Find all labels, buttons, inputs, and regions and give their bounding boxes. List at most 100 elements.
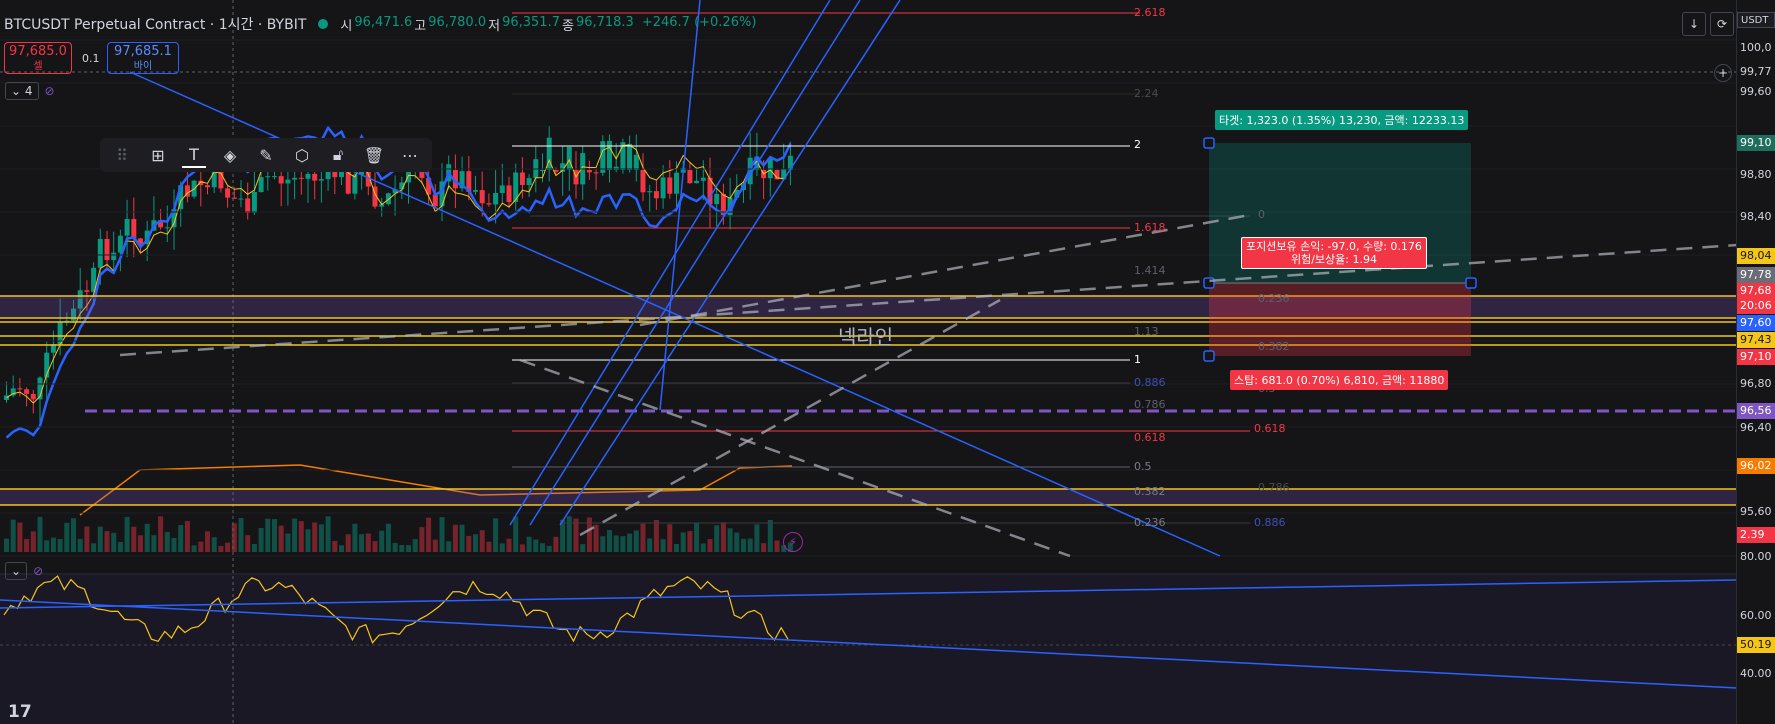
link-icon[interactable]: ⊘ bbox=[33, 564, 43, 578]
fib-level-label: 1.414 bbox=[1134, 264, 1166, 277]
chart-header: BTCUSDT Perpetual Contract · 1시간 · BYBIT… bbox=[4, 14, 756, 34]
volume-bar bbox=[640, 523, 646, 552]
add-alert-icon[interactable]: + bbox=[1714, 64, 1732, 82]
candle-body bbox=[111, 252, 117, 261]
volume-bar bbox=[91, 543, 97, 552]
chevron-down-icon[interactable]: ⌄ bbox=[5, 562, 28, 580]
open-value: 96,471.6 bbox=[354, 14, 413, 30]
settings-icon[interactable]: ⬡ bbox=[290, 143, 314, 167]
volume-bar bbox=[519, 544, 525, 552]
volume-bar bbox=[37, 516, 43, 552]
candle-body bbox=[540, 169, 545, 171]
price-axis-label: 99,10 bbox=[1737, 135, 1775, 151]
layout-icon[interactable]: ⊞ bbox=[146, 143, 170, 167]
candle-body bbox=[258, 177, 264, 192]
price-axis-label: 98,80 bbox=[1740, 168, 1772, 181]
candle-body bbox=[225, 188, 231, 198]
handle bbox=[1465, 277, 1477, 289]
volume-bar bbox=[466, 535, 472, 552]
download-button[interactable]: ↓ bbox=[1682, 12, 1706, 36]
volume-bar bbox=[30, 531, 36, 552]
volume-bar bbox=[486, 541, 492, 552]
price-axis-label: 95,60 bbox=[1740, 505, 1772, 518]
volume-bar bbox=[71, 518, 76, 552]
indicator-count-button[interactable]: ⌄ 4 bbox=[5, 82, 39, 100]
candle-body bbox=[660, 177, 666, 199]
candle-body bbox=[593, 172, 599, 174]
volume-bar bbox=[734, 532, 740, 552]
volume-bar bbox=[50, 537, 56, 552]
fib-level-label: 1.618 bbox=[1134, 221, 1166, 234]
text-icon[interactable]: T bbox=[182, 142, 206, 168]
candle-body bbox=[627, 143, 633, 170]
brush-icon[interactable]: ✎ bbox=[254, 143, 278, 167]
zone-band bbox=[0, 296, 1737, 318]
candle-body bbox=[499, 185, 505, 193]
volume-bar bbox=[553, 536, 559, 552]
fib-level-label: 0.5 bbox=[1134, 460, 1152, 473]
volume-bar bbox=[426, 517, 432, 552]
volume-bar bbox=[312, 522, 318, 552]
volume-bar bbox=[285, 533, 291, 552]
volume-bar bbox=[680, 532, 686, 552]
price-axis-label: 96,56 bbox=[1737, 403, 1775, 419]
sell-button[interactable]: 97,685.0 셀 bbox=[4, 42, 72, 74]
fib-level-label: 0 bbox=[1258, 208, 1265, 221]
volume-bar bbox=[720, 522, 726, 552]
link-icon[interactable]: ⊘ bbox=[45, 84, 55, 98]
high-value: 96,780.0 bbox=[428, 14, 487, 30]
volume-bar bbox=[700, 543, 706, 552]
candle-body bbox=[714, 194, 720, 205]
candle-body bbox=[352, 174, 358, 194]
fill-icon[interactable]: ◈ bbox=[218, 143, 242, 167]
buy-button[interactable]: 97,685.1 바이 bbox=[107, 42, 179, 74]
volume-bar bbox=[727, 528, 733, 552]
volume-bar bbox=[432, 539, 438, 552]
refresh-button[interactable]: ⟳ bbox=[1710, 12, 1734, 36]
volume-bar bbox=[305, 529, 311, 552]
volume-bar bbox=[117, 542, 123, 552]
fib-level-label: 0.618 bbox=[1134, 431, 1166, 444]
fib-level-label: 0.382 bbox=[1258, 340, 1290, 353]
candle-body bbox=[607, 140, 612, 170]
candle-body bbox=[298, 177, 304, 179]
volume-bar bbox=[660, 539, 666, 552]
handle bbox=[1203, 137, 1215, 149]
volume-bar bbox=[633, 530, 639, 552]
volume-bar bbox=[57, 539, 63, 552]
currency-label[interactable]: USDT bbox=[1737, 12, 1775, 28]
price-axis-label: 97,78 bbox=[1737, 267, 1775, 283]
volume-bar bbox=[526, 536, 532, 552]
candle-body bbox=[17, 388, 23, 390]
low-key: 저 bbox=[488, 18, 501, 34]
stop-zone bbox=[1209, 283, 1471, 356]
pnl-label: 포지션보유 손익: -97.0, 수량: 0.176 위험/보상율: 1.94 bbox=[1241, 237, 1427, 269]
volume-bar bbox=[540, 543, 545, 552]
lightning-icon[interactable]: ⚡︎ bbox=[783, 532, 803, 552]
price-axis-label: 96,80 bbox=[1740, 377, 1772, 390]
volume-bar bbox=[385, 523, 391, 552]
candle-body bbox=[305, 173, 311, 179]
sell-label: 셀 bbox=[33, 61, 43, 72]
volume-bar bbox=[151, 535, 157, 552]
more-icon[interactable]: ⋯ bbox=[398, 143, 422, 167]
price-chart[interactable] bbox=[0, 0, 1775, 724]
fib-level-label: 0.236 bbox=[1258, 292, 1290, 305]
zone-band bbox=[0, 489, 1737, 505]
unlock-icon[interactable]: 🔓︎ bbox=[326, 143, 350, 167]
volume-bar bbox=[406, 545, 411, 552]
drag-handle-icon[interactable]: ⠿ bbox=[110, 143, 134, 167]
symbol-title[interactable]: BTCUSDT Perpetual Contract · 1시간 · BYBIT bbox=[4, 14, 306, 34]
volume-bar bbox=[479, 530, 485, 552]
candle-body bbox=[265, 176, 271, 178]
candle-body bbox=[84, 290, 90, 292]
volume-bar bbox=[44, 540, 50, 552]
fib-level-label: 0.618 bbox=[1254, 422, 1286, 435]
fib-level-label: 0.382 bbox=[1134, 485, 1166, 498]
price-axis-label: 80.00 bbox=[1740, 550, 1772, 563]
fib-level-label: 0.786 bbox=[1258, 481, 1290, 494]
candle-body bbox=[278, 176, 284, 184]
fib-level-label: 0.236 bbox=[1134, 516, 1166, 529]
candle-body bbox=[318, 179, 324, 181]
trash-icon[interactable]: 🗑︎ bbox=[362, 143, 386, 167]
